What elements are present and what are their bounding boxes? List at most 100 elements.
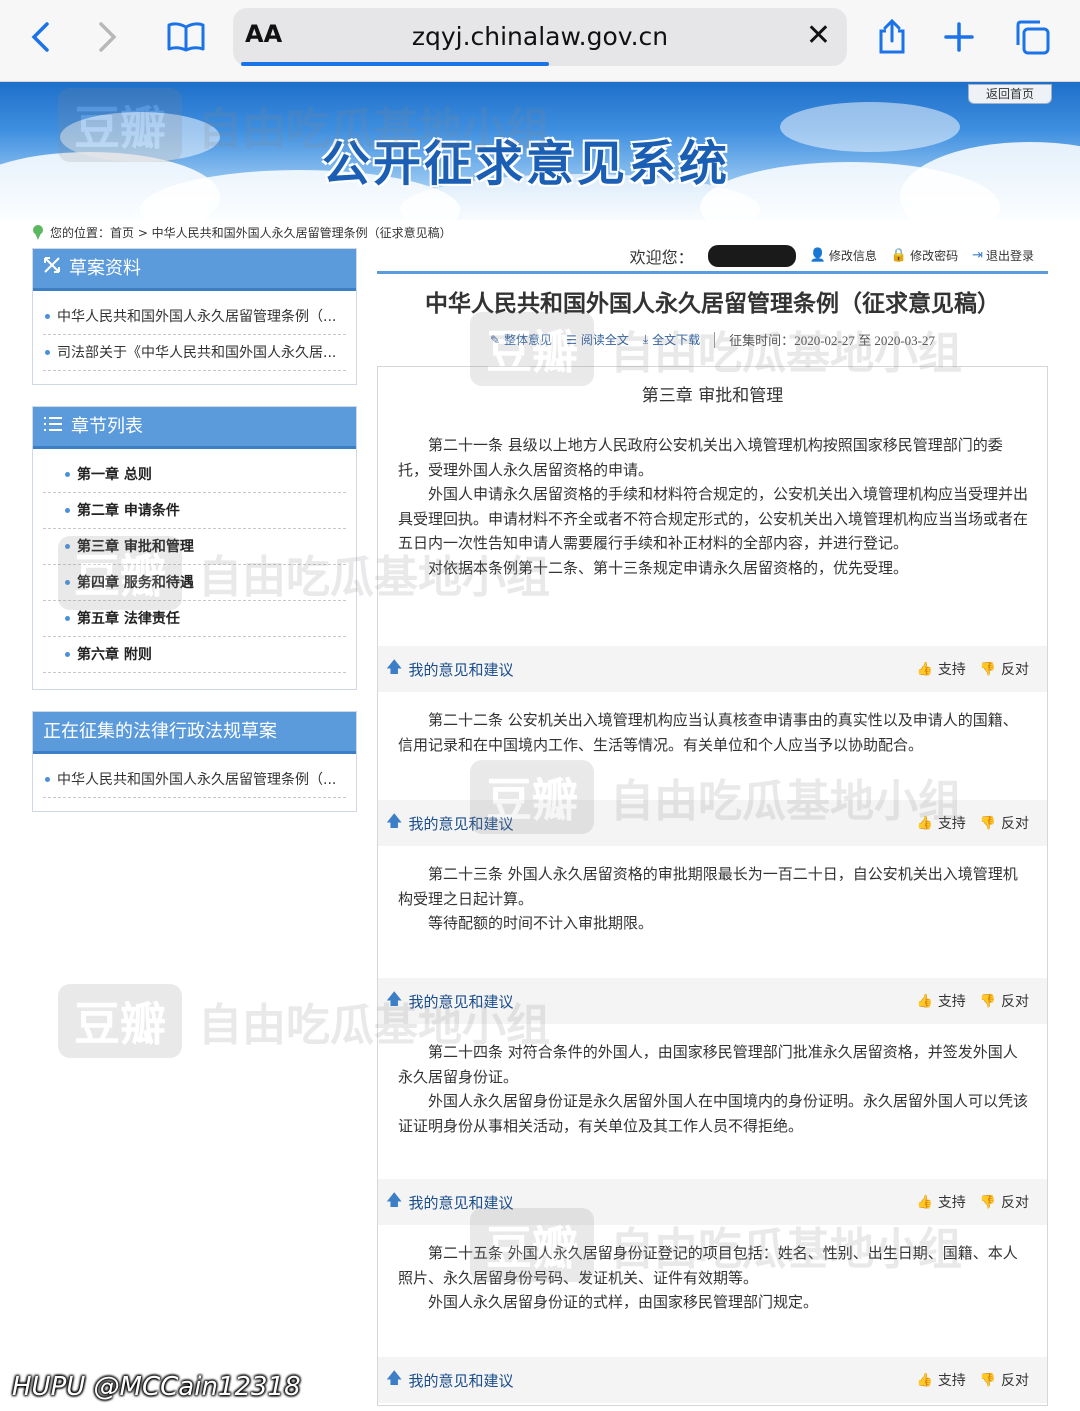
edit-icon: ✎ [489, 332, 501, 347]
oppose-button[interactable]: 👎 反对 [980, 1370, 1029, 1390]
thumbs-down-icon: 👎 [979, 1194, 996, 1210]
draft-materials-title: 草案资料 [69, 257, 141, 279]
back-icon[interactable] [22, 14, 58, 60]
materials-icon [43, 248, 61, 290]
overall-opinion-button[interactable]: ✎ 整体意见 [490, 331, 552, 348]
support-button[interactable]: 👍 支持 [917, 1192, 966, 1212]
chapter-list-panel: 章节列表 第一章 总则 第二章 申请条件 第三章 审批和管理 第四章 服务和待遇… [32, 406, 357, 690]
open-draft-item[interactable]: 中华人民共和国外国人永久居留管理条例（... [43, 762, 346, 798]
arrow-up-icon: 🡅 [386, 656, 403, 676]
article-paragraph: 第二十三条 外国人永久居留资格的审批期限最长为一百二十日，自公安机关出入境管理机… [398, 865, 1018, 908]
logout-link[interactable]: ⇥ 退出登录 [972, 247, 1034, 264]
my-opinion-link[interactable]: 我的意见和建议 [408, 991, 513, 1012]
article-25: 第二十五条 外国人永久居留身份证登记的项目包括：姓名、性别、出生日期、国籍、本人… [398, 1241, 1028, 1315]
download-icon: ⤓ [642, 332, 649, 346]
opinion-bar: 🡅 我的意见和建议 👍 支持 👎 反对 [378, 1179, 1047, 1225]
article-22: 第二十二条 公安机关出入境管理机构应当认真核查申请事由的真实性以及申请人的国籍、… [398, 708, 1028, 757]
collection-period: 征集时间：2020-02-27 至 2020-03-27 [729, 330, 935, 349]
oppose-button[interactable]: 👎 反对 [980, 813, 1029, 833]
bookmarks-icon[interactable] [166, 14, 206, 60]
browser-toolbar: AA zqyj.chinalaw.gov.cn ✕ [0, 0, 1080, 82]
my-opinion-link[interactable]: 我的意见和建议 [408, 813, 513, 834]
logout-label: 退出登录 [985, 249, 1034, 263]
support-label: 支持 [937, 994, 966, 1010]
chapter-item-1[interactable]: 第一章 总则 [43, 457, 346, 493]
opinion-bar: 🡅 我的意见和建议 👍 支持 👎 反对 [378, 646, 1047, 692]
article-23: 第二十三条 外国人永久居留资格的审批期限最长为一百二十日，自公安机关出入境管理机… [398, 862, 1028, 936]
chapter-item-3[interactable]: 第三章 审批和管理 [43, 529, 346, 565]
thumbs-up-icon: 👍 [916, 661, 933, 677]
draft-item[interactable]: 中华人民共和国外国人永久居留管理条例（... [43, 299, 346, 335]
document-title: 中华人民共和国外国人永久居留管理条例（征求意见稿） [425, 291, 1000, 317]
url-text[interactable]: zqyj.chinalaw.gov.cn [233, 22, 847, 51]
edit-info-label: 修改信息 [828, 249, 877, 263]
document-toolbar: ✎ 整体意见 ☰ 阅读全文 ⤓ 全文下载 征集时间：2020-02-27 至 2… [377, 330, 1048, 349]
loading-progress-bar [241, 62, 549, 66]
oppose-button[interactable]: 👎 反对 [980, 991, 1029, 1011]
divider [714, 331, 716, 348]
thumbs-down-icon: 👎 [979, 661, 996, 677]
article-paragraph: 外国人申请永久居留资格的手续和材料符合规定的，公安机关出入境管理机构应当受理并出… [398, 485, 1029, 552]
period-label: 征集时间： [729, 333, 795, 348]
new-tab-icon[interactable] [938, 14, 980, 60]
chapter-item-2[interactable]: 第二章 申请条件 [43, 493, 346, 529]
share-icon[interactable] [872, 14, 912, 60]
document-content: 第三章 审批和管理 第二十一条 县级以上地方人民政府公安机关出入境管理机构按照国… [377, 366, 1048, 1406]
article-paragraph: 外国人永久居留身份证的式样，由国家移民管理部门规定。 [428, 1293, 819, 1311]
draft-materials-panel: 草案资料 中华人民共和国外国人永久居留管理条例（... 司法部关于《中华人民共和… [32, 248, 357, 385]
opinion-bar: 🡅 我的意见和建议 👍 支持 👎 反对 [378, 1357, 1047, 1403]
edit-info-link[interactable]: 👤 修改信息 [810, 247, 877, 264]
source-tag: HUPU @MCCain12318 [12, 1372, 301, 1402]
thumbs-up-icon: 👍 [916, 1194, 933, 1210]
oppose-button[interactable]: 👎 反对 [980, 1192, 1029, 1212]
oppose-label: 反对 [1001, 1195, 1029, 1211]
my-opinion-link[interactable]: 我的意见和建议 [408, 1192, 513, 1213]
home-button[interactable]: 返回首页 [968, 84, 1052, 104]
address-bar[interactable]: AA zqyj.chinalaw.gov.cn ✕ [233, 8, 847, 66]
document-icon: ☰ [566, 332, 577, 347]
oppose-button[interactable]: 👎 反对 [980, 659, 1029, 679]
open-drafts-title: 正在征集的法律行政法规草案 [43, 720, 277, 742]
read-full-button[interactable]: ☰ 阅读全文 [566, 331, 629, 348]
draft-item[interactable]: 司法部关于《中华人民共和国外国人永久居... [43, 335, 346, 371]
tabs-icon[interactable] [1010, 14, 1054, 60]
location-pin-icon [32, 224, 44, 241]
welcome-label: 欢迎您： [629, 247, 694, 267]
article-21: 第二十一条 县级以上地方人民政府公安机关出入境管理机构按照国家移民管理部门的委托… [398, 433, 1028, 580]
support-button[interactable]: 👍 支持 [917, 813, 966, 833]
forward-icon[interactable] [90, 14, 126, 60]
support-button[interactable]: 👍 支持 [917, 1370, 966, 1390]
arrow-up-icon: 🡅 [386, 810, 403, 830]
breadcrumb: 您的位置：首页 > 中华人民共和国外国人永久居留管理条例（征求意见稿） [32, 224, 452, 241]
support-button[interactable]: 👍 支持 [917, 991, 966, 1011]
change-password-link[interactable]: 🔒 修改密码 [891, 247, 958, 264]
download-full-button[interactable]: ⤓ 全文下载 [643, 331, 700, 348]
article-paragraph: 对依据本条例第十二条、第十三条规定申请永久居留资格的，优先受理。 [428, 558, 909, 577]
close-icon[interactable]: ✕ [806, 18, 831, 53]
my-opinion-link[interactable]: 我的意见和建议 [408, 1370, 513, 1391]
chapter-item-4[interactable]: 第四章 服务和待遇 [43, 565, 346, 601]
thumbs-down-icon: 👎 [979, 1372, 996, 1388]
article-paragraph: 等待配额的时间不计入审批期限。 [428, 914, 654, 932]
oppose-label: 反对 [1001, 816, 1029, 832]
my-opinion-link[interactable]: 我的意见和建议 [408, 659, 513, 680]
chapter-list-title: 章节列表 [71, 415, 143, 437]
open-drafts-header: 正在征集的法律行政法规草案 [33, 712, 356, 754]
chapter-item-6[interactable]: 第六章 附则 [43, 637, 346, 673]
breadcrumb-text[interactable]: 您的位置：首页 > 中华人民共和国外国人永久居留管理条例（征求意见稿） [50, 224, 452, 241]
logout-icon: ⇥ [972, 248, 983, 263]
thumbs-down-icon: 👎 [979, 993, 996, 1009]
site-title: 公开征求意见系统 [322, 136, 731, 192]
article-paragraph: 第二十一条 县级以上地方人民政府公安机关出入境管理机构按照国家移民管理部门的委托… [398, 436, 1003, 479]
oppose-label: 反对 [1001, 994, 1029, 1010]
support-label: 支持 [937, 816, 966, 832]
opinion-bar: 🡅 我的意见和建议 👍 支持 👎 反对 [378, 800, 1047, 846]
article-paragraph: 外国人永久居留身份证是永久居留外国人在中国境内的身份证明。永久居留外国人可以凭该… [398, 1092, 1029, 1135]
watermark-badge: 豆瓣 [58, 984, 182, 1058]
chapter-item-5[interactable]: 第五章 法律责任 [43, 601, 346, 637]
oppose-label: 反对 [1001, 662, 1029, 678]
thumbs-up-icon: 👍 [916, 815, 933, 831]
thumbs-down-icon: 👎 [979, 815, 996, 831]
arrow-up-icon: 🡅 [386, 1367, 403, 1387]
support-button[interactable]: 👍 支持 [917, 659, 966, 679]
